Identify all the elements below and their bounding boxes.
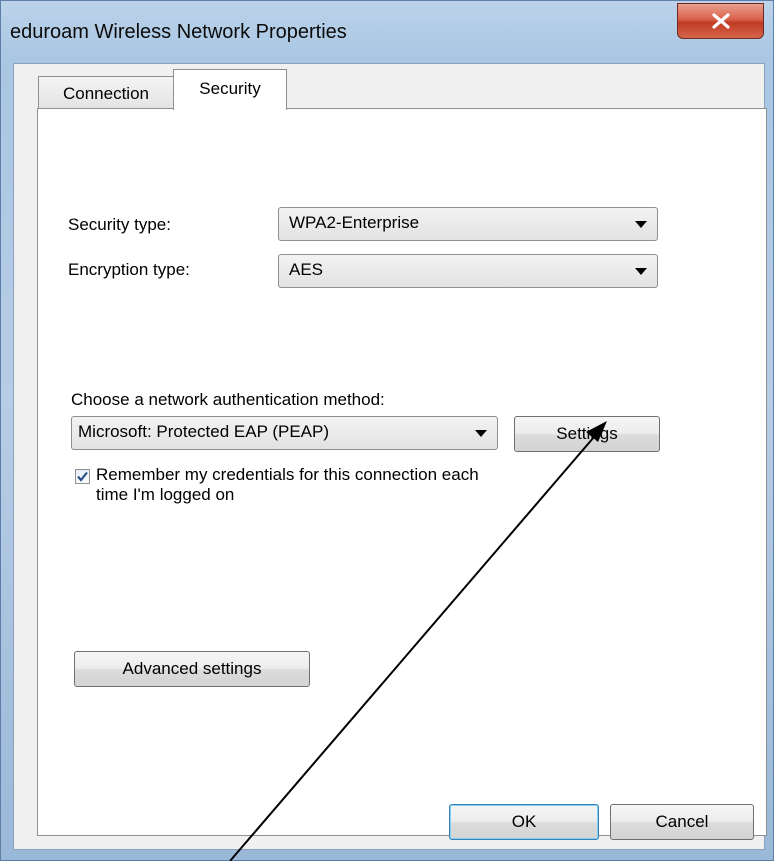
window-title: eduroam Wireless Network Properties [10, 21, 347, 43]
advanced-settings-label: Advanced settings [122, 659, 262, 678]
close-button[interactable] [677, 3, 764, 39]
title-bar[interactable]: eduroam Wireless Network Properties [1, 1, 773, 63]
dialog-window: eduroam Wireless Network Properties Conn… [0, 0, 774, 861]
cancel-button[interactable]: Cancel [610, 804, 754, 840]
security-tab-panel: Security type: WPA2-Enterprise Encryptio… [37, 108, 767, 836]
close-icon [712, 13, 730, 29]
tab-security-label: Security [199, 79, 261, 98]
ok-button[interactable]: OK [449, 804, 599, 840]
chevron-down-icon [635, 221, 647, 228]
auth-method-dropdown[interactable]: Microsoft: Protected EAP (PEAP) [71, 416, 498, 450]
security-type-value: WPA2-Enterprise [289, 213, 420, 232]
tab-connection-label: Connection [62, 84, 149, 103]
cancel-button-label: Cancel [655, 812, 709, 831]
encryption-type-dropdown[interactable]: AES [278, 254, 658, 288]
auth-method-value: Microsoft: Protected EAP (PEAP) [78, 422, 329, 441]
tab-security[interactable]: Security [173, 69, 287, 110]
tab-connection[interactable]: Connection [38, 76, 174, 109]
security-type-label: Security type: [68, 215, 171, 234]
settings-button-label: Settings [556, 424, 618, 443]
advanced-settings-button[interactable]: Advanced settings [74, 651, 310, 687]
security-type-dropdown[interactable]: WPA2-Enterprise [278, 207, 658, 241]
auth-method-label: Choose a network authentication method: [71, 390, 385, 409]
encryption-type-label: Encryption type: [68, 260, 190, 279]
checkmark-icon [77, 471, 88, 482]
chevron-down-icon [475, 430, 487, 437]
remember-credentials-label-line2[interactable]: time I'm logged on [96, 485, 234, 505]
encryption-type-value: AES [289, 260, 324, 279]
settings-button[interactable]: Settings [514, 416, 660, 452]
remember-credentials-label-line1[interactable]: Remember my credentials for this connect… [96, 465, 479, 485]
ok-button-label: OK [511, 812, 537, 831]
client-area: Connection Security Security type: WPA2-… [13, 63, 767, 850]
chevron-down-icon [635, 268, 647, 275]
remember-credentials-checkbox[interactable] [75, 469, 90, 484]
